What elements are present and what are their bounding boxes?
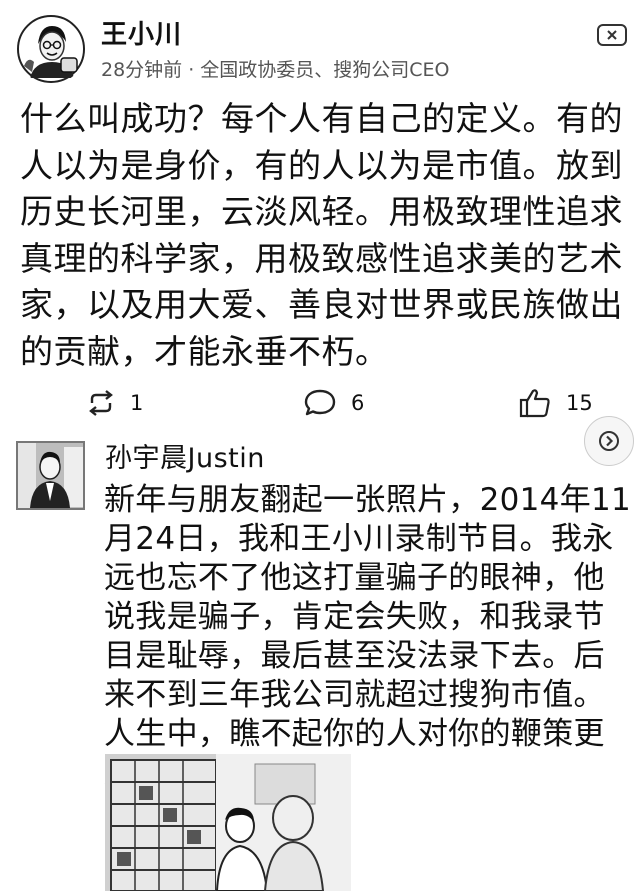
post-body: 什么叫成功？每个人有自己的定义。有的人以为是身价，有的人以为是市值。放到历史长河… bbox=[20, 99, 623, 371]
expand-button[interactable] bbox=[584, 416, 634, 466]
avatar[interactable] bbox=[16, 14, 86, 84]
post-photo[interactable] bbox=[105, 754, 351, 891]
thumbs-up-icon bbox=[519, 389, 550, 418]
comment-icon bbox=[304, 389, 336, 416]
post-body: 新年与朋友翻起一张照片，2014年11月24日，我和王小川录制节目。我永远也忘不… bbox=[104, 482, 632, 791]
avatar[interactable] bbox=[16, 441, 85, 510]
repost-button[interactable]: 1 bbox=[86, 383, 143, 423]
author-name[interactable]: 孙宇晨Justin bbox=[105, 440, 265, 478]
post-card-wang-xiaochuan: 王小川 28分钟前 · 全国政协委员、搜狗公司CEO 什么叫成功？每个人有自己的定义… bbox=[0, 0, 644, 430]
comment-count: 6 bbox=[351, 391, 365, 415]
close-button[interactable] bbox=[597, 24, 627, 46]
comment-button[interactable]: 6 bbox=[303, 383, 364, 423]
meta-separator: · bbox=[188, 59, 195, 81]
close-icon bbox=[607, 30, 617, 40]
repost-icon bbox=[89, 390, 113, 416]
post-card-sun-yuchen: 孙宇晨Justin 新年与朋友翻起一张照片，2014年11月24日，我和王小川录… bbox=[0, 416, 644, 891]
like-count: 15 bbox=[566, 391, 593, 415]
like-button[interactable]: 15 bbox=[518, 383, 593, 423]
chevron-right-icon bbox=[599, 431, 619, 451]
repost-count: 1 bbox=[130, 391, 144, 415]
post-meta: 28分钟前 · 全国政协委员、搜狗公司CEO bbox=[101, 57, 449, 83]
author-description: 全国政协委员、搜狗公司CEO bbox=[200, 59, 450, 81]
author-name[interactable]: 王小川 bbox=[101, 17, 182, 53]
timestamp: 28分钟前 bbox=[101, 59, 183, 81]
